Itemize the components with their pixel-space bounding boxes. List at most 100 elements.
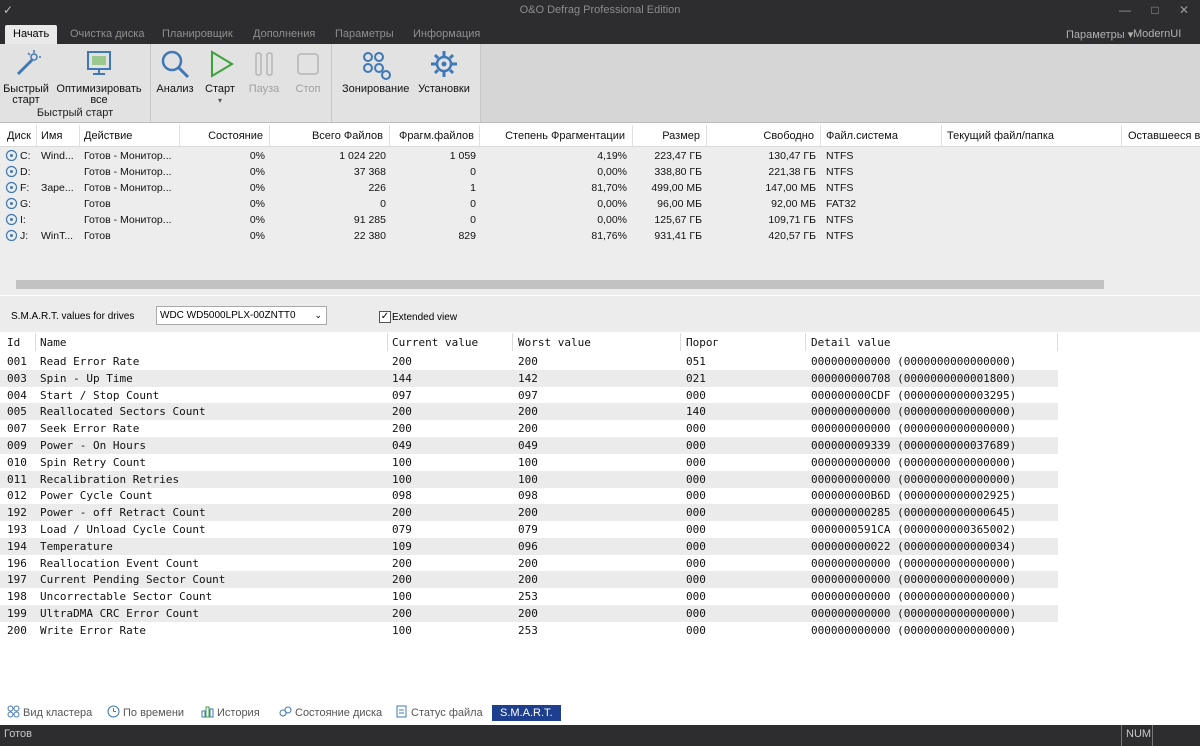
tab-info[interactable]: Информация [413,25,480,44]
smart-row[interactable]: 001 Read Error Rate 200 200 051 000000000000 … [0,353,1058,370]
smart-worst: 098 [518,489,538,503]
smart-row[interactable]: 005 Reallocated Sectors Count 200 200 140 000… [0,403,1058,421]
smart-row[interactable]: 009 Power - On Hours 049 049 000 000000009339… [0,437,1058,454]
smart-threshold: 140 [686,405,706,419]
smart-row[interactable]: 198 Uncorrectable Sector Count 100 253 000 00… [0,588,1058,605]
smart-col-id[interactable]: Id [7,336,20,349]
drive-state: 0% [249,182,265,194]
close-button[interactable]: ✕ [1173,2,1195,18]
horizontal-scrollbar[interactable] [2,277,1182,291]
start-button[interactable]: Старт ▾ [201,48,239,106]
col-total-files[interactable]: Всего Файлов [270,130,383,142]
drive-filesystem: FAT32 [826,198,857,210]
extended-view-checkbox[interactable]: ✓ [379,311,391,323]
col-filesystem[interactable]: Файл.система [826,130,898,142]
drive-row[interactable]: G: Готов 0% 0 0 0,00% 96,00 МБ 92,00 МБ FAT32 [0,196,1200,212]
smart-row[interactable]: 200 Write Error Rate 100 253 000 000000000000… [0,622,1058,639]
smart-col-detail[interactable]: Detail value [811,336,890,349]
smart-worst: 079 [518,523,538,536]
magic-wand-icon [16,50,41,76]
col-time-remaining[interactable]: Оставшееся вр [1128,130,1200,142]
drive-select[interactable]: WDC WD5000LPLX-00ZNTT0 ⌄ [156,306,327,325]
smart-col-current[interactable]: Current value [392,336,478,349]
zoning-button[interactable]: Зонирование [342,48,409,95]
status-text: Готов [4,728,32,740]
col-free[interactable]: Свободно [707,130,814,142]
smart-col-name[interactable]: Name [40,336,67,349]
tab-scheduler[interactable]: Планировщик [162,25,233,44]
smart-row[interactable]: 011 Recalibration Retries 100 100 000 0000000… [0,470,1058,488]
quick-start-label-2: старт [12,94,40,106]
tab-disk-cleanup[interactable]: Очистка диска [70,25,144,44]
modernui-menu[interactable]: ModernUI [1133,28,1181,40]
tab-cluster-view[interactable]: Вид кластера [7,705,92,721]
drives-header: Диск Имя Действие Состояние Всего Файлов… [0,125,1200,147]
pause-icon [255,52,273,76]
smart-id: 194 [7,539,27,553]
tab-start[interactable]: Начать [5,25,58,44]
smart-detail: 000000000285 (0000000000000645) [811,506,1017,520]
smart-name: Load / Unload Cycle Count [40,523,206,536]
maximize-button[interactable]: □ [1144,2,1166,18]
gear-icon [431,51,457,77]
smart-col-threshold[interactable]: Порог [686,336,719,349]
drive-icon [5,229,18,242]
drive-row[interactable]: F: Заре... Готов - Монитор... 0% 226 1 81,70% 4… [0,180,1200,196]
smart-name: UltraDMA CRC Error Count [40,607,199,620]
drive-row[interactable]: C: Wind... Готов - Монитор... 0% 1 024 220 1 … [0,148,1200,164]
smart-col-worst[interactable]: Worst value [518,336,591,349]
tab-disk-state[interactable]: Состояние диска [279,705,382,721]
settings-button[interactable]: Установки [416,48,472,95]
drive-filesystem: NTFS [826,182,854,194]
drive-row[interactable]: I: Готов - Монитор... 0% 91 285 0 0,00% 125,67… [0,212,1200,228]
drive-action: Готов - Монитор... [84,166,172,178]
tab-parameters[interactable]: Параметры [335,25,394,44]
smart-row[interactable]: 193 Load / Unload Cycle Count 079 079 000 000… [0,521,1058,538]
smart-row[interactable]: 197 Current Pending Sector Count 200 200 000… [0,571,1058,589]
scrollbar-thumb[interactable] [16,280,1104,289]
drive-free: 92,00 МБ [771,198,816,210]
smart-row[interactable]: 199 UltraDMA CRC Error Count 200 200 000 0000… [0,605,1058,622]
col-action[interactable]: Действие [84,130,132,142]
optimize-all-button[interactable]: Оптимизировать все [56,48,142,106]
tab-extras[interactable]: Дополнения [253,25,315,44]
smart-id: 197 [7,573,27,587]
col-state[interactable]: Состояние [180,130,263,142]
smart-detail: 000000000022 (0000000000000034) [811,539,1017,553]
col-fragmentation[interactable]: Степень Фрагментации [480,130,625,142]
col-current-file[interactable]: Текущий файл/папка [947,130,1054,142]
tab-file-status[interactable]: Статус файла [395,705,483,721]
smart-row[interactable]: 194 Temperature 109 096 000 000000000022 (000… [0,537,1058,555]
col-disk[interactable]: Диск [7,130,31,142]
smart-current: 109 [392,539,412,553]
smart-row[interactable]: 010 Spin Retry Count 100 100 000 000000000000… [0,454,1058,471]
col-size[interactable]: Размер [633,130,700,142]
col-fragmented-files[interactable]: Фрагм.файлов [390,130,474,142]
group-quick-start: Быстрый старт Оптимизировать все Быстрый… [0,44,151,122]
drive-row[interactable]: D: Готов - Монитор... 0% 37 368 0 0,00% 338,80… [0,164,1200,180]
params-menu[interactable]: Параметры ▾ [1066,28,1133,41]
smart-row[interactable]: 012 Power Cycle Count 098 098 000 000000000B6… [0,487,1058,504]
drive-letter: D: [20,166,31,178]
smart-row[interactable]: 192 Power - off Retract Count 200 200 000 000… [0,504,1058,522]
smart-id: 193 [7,523,27,536]
smart-row[interactable]: 004 Start / Stop Count 097 097 000 000000000C… [0,387,1058,404]
smart-name: Power - off Retract Count [40,506,206,520]
smart-threshold: 000 [686,623,706,637]
smart-row[interactable]: 196 Reallocation Event Count 200 200 000 0000… [0,555,1058,572]
drive-row[interactable]: J: WinT... Готов 0% 22 380 829 81,76% 931,41 ГБ… [0,228,1200,244]
smart-id: 005 [7,405,27,419]
smart-row[interactable]: 003 Spin - Up Time 144 142 021 000000000708 (… [0,369,1058,387]
bar-chart-icon [201,706,214,718]
tab-by-time[interactable]: По времени [107,705,184,721]
tab-history[interactable]: История [201,705,260,721]
minimize-button[interactable]: — [1114,2,1136,18]
smart-name: Uncorrectable Sector Count [40,590,213,604]
tab-smart[interactable]: S.M.A.R.T. [492,705,561,721]
analyze-button[interactable]: Анализ [155,48,195,95]
quick-start-button[interactable]: Быстрый старт [2,48,50,106]
start-dropdown-chevron-icon[interactable]: ▾ [218,96,222,105]
col-name[interactable]: Имя [41,130,62,142]
smart-row[interactable]: 007 Seek Error Rate 200 200 000 000000000000 … [0,420,1058,437]
smart-detail: 000000000708 (0000000000001800) [811,371,1017,385]
